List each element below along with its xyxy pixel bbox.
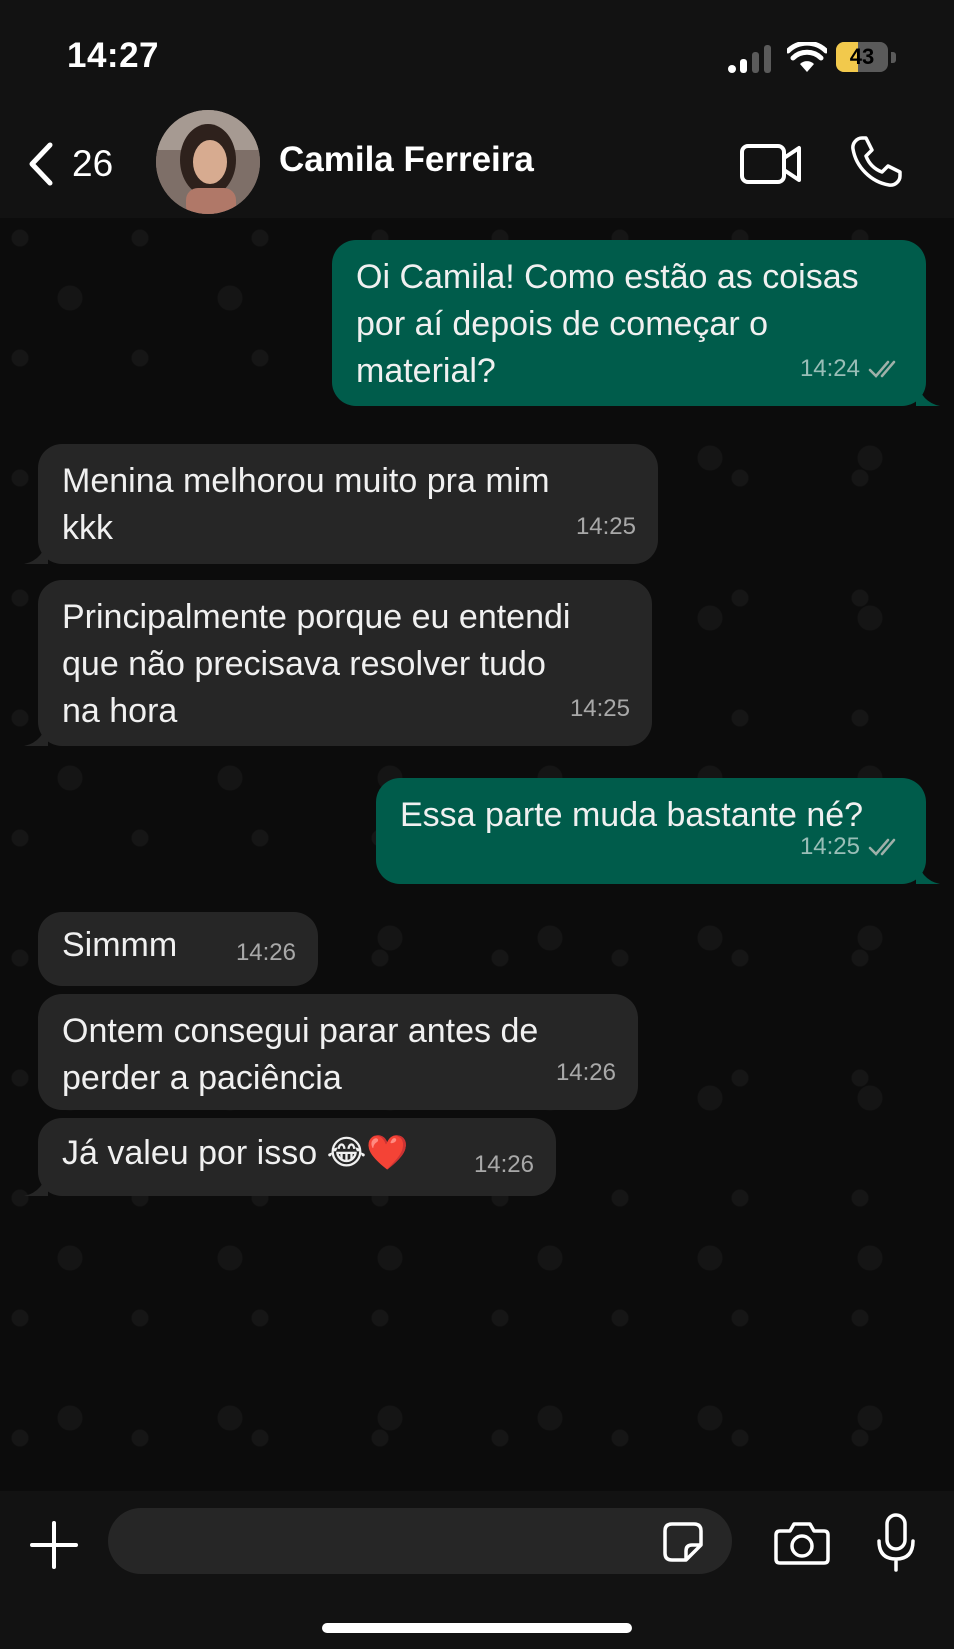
chat-area[interactable]: Oi Camila! Como estão as coisas por aí d… (0, 218, 954, 1491)
emoji-laughing-heart: 😂❤️ (326, 1133, 409, 1173)
message-bubble-incoming[interactable]: Já valeu por isso 😂❤️ 14:26 (24, 1118, 556, 1196)
chat-header: 26 Camila Ferreira (0, 110, 954, 218)
status-bar: 14:27 43 (0, 0, 954, 110)
message-time: 14:25 (569, 695, 630, 722)
message-bubble-outgoing[interactable]: Oi Camila! Como estão as coisas por aí d… (332, 240, 940, 406)
message-meta: 14:25 (800, 823, 904, 870)
video-camera-icon[interactable] (739, 136, 803, 192)
message-bubble-incoming[interactable]: Ontem consegui parar antes de perder a p… (38, 994, 638, 1110)
plus-icon[interactable] (30, 1521, 78, 1569)
message-bubble-outgoing[interactable]: Essa parte muda bastante né? 14:25 (376, 778, 940, 884)
message-text: Menina melhorou muito pra mim kkk (62, 462, 550, 547)
message-text: Já valeu por isso 😂❤️ (62, 1130, 534, 1177)
wifi-icon (787, 42, 827, 72)
cellular-signal-icon (728, 45, 771, 73)
message-text: Principalmente porque eu entendi que não… (62, 598, 571, 730)
avatar[interactable] (156, 110, 260, 214)
contact-name[interactable]: Camila Ferreira (279, 140, 534, 180)
message-meta: 14:25 (576, 503, 636, 550)
message-time: 14:26 (473, 1151, 534, 1178)
message-text: Ontem consegui parar antes de perder a p… (62, 1012, 539, 1097)
read-ticks-icon (868, 360, 896, 378)
input-bar (0, 1491, 954, 1649)
microphone-icon[interactable] (876, 1513, 916, 1573)
message-bubble-incoming[interactable]: Menina melhorou muito pra mim kkk 14:25 (24, 444, 658, 564)
message-meta: 14:26 (236, 929, 296, 976)
message-time: 14:24 (799, 355, 860, 382)
message-time: 14:25 (799, 833, 860, 860)
chevron-left-icon (29, 142, 53, 186)
home-indicator (322, 1623, 632, 1633)
phone-icon[interactable] (848, 134, 904, 190)
message-meta: 14:24 (800, 345, 904, 392)
message-time: 14:26 (555, 1059, 616, 1086)
message-time: 14:26 (235, 939, 296, 966)
bubble-tail (24, 718, 48, 746)
camera-icon[interactable] (774, 1519, 830, 1567)
message-text-body: Já valeu por isso (62, 1134, 327, 1172)
message-bubble-incoming[interactable]: Principalmente porque eu entendi que não… (24, 580, 652, 746)
battery-level: 43 (849, 44, 875, 69)
avatar-image (156, 110, 260, 214)
status-time: 14:27 (67, 36, 160, 75)
message-input[interactable] (108, 1508, 732, 1574)
message-meta: 14:25 (570, 685, 630, 732)
message-bubble-incoming[interactable]: Simmm 14:26 (38, 912, 318, 986)
bubble-tail (24, 1168, 48, 1196)
back-button[interactable]: 26 (26, 132, 113, 196)
message-meta: 14:26 (556, 1049, 616, 1096)
read-ticks-icon (868, 838, 896, 856)
unread-count: 26 (72, 143, 114, 184)
sticker-icon[interactable] (662, 1521, 704, 1563)
bubble-tail (916, 378, 940, 406)
bubble-tail (916, 856, 940, 884)
bubble-tail (24, 536, 48, 564)
message-time: 14:25 (575, 513, 636, 540)
message-meta: 14:26 (474, 1141, 534, 1188)
battery-indicator: 43 (836, 42, 898, 74)
